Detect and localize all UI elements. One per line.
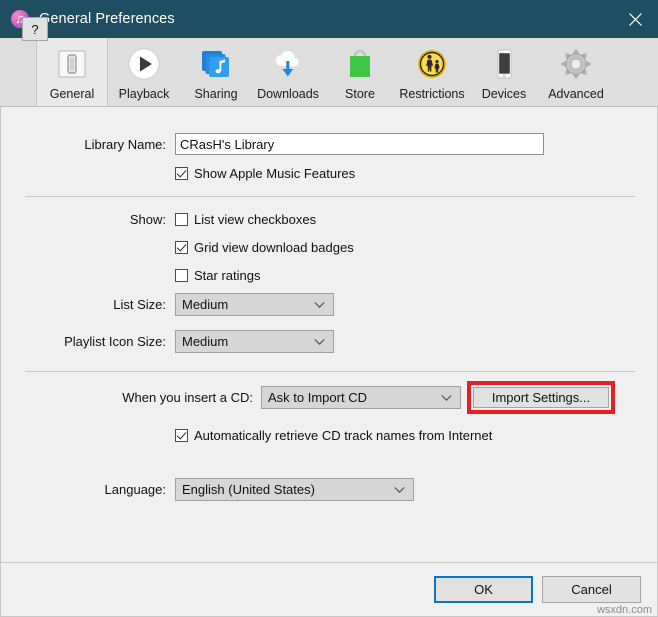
cloud-download-icon [268, 44, 308, 84]
auto-retrieve-cd-names-checkbox[interactable] [175, 429, 188, 442]
playlist-icon-size-label: Playlist Icon Size: [64, 334, 166, 349]
parental-control-icon [412, 44, 452, 84]
tab-store-label: Store [345, 87, 375, 101]
library-name-input[interactable] [175, 133, 544, 155]
playlist-icon-size-dropdown[interactable]: Medium [175, 330, 334, 353]
show-apple-music-checkbox[interactable] [175, 167, 188, 180]
play-circle-icon [124, 44, 164, 84]
language-row: Language: English (United States) [1, 478, 414, 501]
star-ratings-checkbox[interactable] [175, 269, 188, 282]
auto-retrieve-cd-names-row[interactable]: Automatically retrieve CD track names fr… [175, 428, 492, 443]
iphone-icon [484, 44, 524, 84]
insert-cd-label: When you insert a CD: [122, 390, 253, 405]
show-apple-music-checkbox-row[interactable]: Show Apple Music Features [175, 166, 355, 181]
chevron-down-icon [314, 338, 325, 345]
insert-cd-dropdown[interactable]: Ask to Import CD [261, 386, 461, 409]
grid-view-download-badges-label: Grid view download badges [194, 240, 354, 255]
general-preferences-dialog: ♫ General Preferences General Playback S… [0, 0, 658, 617]
chevron-down-icon [441, 394, 452, 401]
tab-store[interactable]: Store [324, 38, 396, 106]
show-group-label: Show: [129, 212, 166, 227]
help-button[interactable]: ? [22, 17, 48, 41]
language-value: English (United States) [182, 482, 315, 497]
device-general-icon [52, 44, 92, 84]
language-label: Language: [104, 482, 166, 497]
playlist-icon-size-row: Playlist Icon Size: Medium [1, 330, 334, 353]
window-title: General Preferences [39, 11, 175, 27]
tab-sharing-label: Sharing [194, 87, 238, 101]
language-dropdown[interactable]: English (United States) [175, 478, 414, 501]
tab-restrictions[interactable]: Restrictions [396, 38, 468, 106]
tab-devices-label: Devices [481, 87, 527, 101]
tab-downloads-label: Downloads [257, 87, 319, 101]
watermark-text: wsxdn.com [596, 604, 652, 616]
library-name-row: Library Name: [1, 133, 635, 155]
music-layers-icon [196, 44, 236, 84]
tab-general-label: General [49, 87, 95, 101]
star-ratings-label: Star ratings [194, 268, 261, 283]
preferences-toolbar: General Playback Sharing Downloads Store… [0, 38, 658, 107]
shopping-bag-icon [340, 44, 380, 84]
close-icon[interactable] [612, 0, 658, 38]
preferences-content: Library Name: Show Apple Music Features … [0, 107, 658, 562]
list-view-checkboxes-checkbox[interactable] [175, 213, 188, 226]
list-size-label: List Size: [113, 297, 166, 312]
tab-playback-label: Playback [118, 87, 170, 101]
chevron-down-icon [314, 301, 325, 308]
tab-sharing[interactable]: Sharing [180, 38, 252, 106]
tab-playback[interactable]: Playback [108, 38, 180, 106]
list-view-checkboxes-row[interactable]: List view checkboxes [175, 212, 316, 227]
grid-view-download-badges-row[interactable]: Grid view download badges [175, 240, 354, 255]
list-size-dropdown[interactable]: Medium [175, 293, 334, 316]
separator-2 [25, 371, 635, 372]
separator-1 [25, 196, 635, 197]
tab-downloads[interactable]: Downloads [252, 38, 324, 106]
tab-general[interactable]: General [36, 38, 108, 106]
library-name-label: Library Name: [84, 136, 166, 152]
list-size-value: Medium [182, 297, 229, 312]
list-view-checkboxes-label: List view checkboxes [194, 212, 317, 227]
cancel-button[interactable]: Cancel [542, 576, 641, 603]
grid-view-download-badges-checkbox[interactable] [175, 241, 188, 254]
insert-cd-value: Ask to Import CD [268, 390, 367, 405]
chevron-down-icon [394, 486, 405, 493]
playlist-icon-size-value: Medium [182, 334, 229, 349]
insert-cd-row: When you insert a CD: Ask to Import CD [1, 386, 461, 409]
tab-devices[interactable]: Devices [468, 38, 540, 106]
show-apple-music-label: Show Apple Music Features [194, 166, 356, 181]
gear-icon [556, 44, 596, 84]
tab-advanced[interactable]: Advanced [540, 38, 612, 106]
title-bar: ♫ General Preferences [0, 0, 658, 38]
star-ratings-row[interactable]: Star ratings [175, 268, 260, 283]
list-size-row: List Size: Medium [1, 293, 334, 316]
ok-button[interactable]: OK [434, 576, 533, 603]
tab-advanced-label: Advanced [548, 87, 604, 101]
auto-retrieve-cd-names-label: Automatically retrieve CD track names fr… [194, 428, 493, 443]
tab-restrictions-label: Restrictions [399, 87, 465, 101]
import-settings-button[interactable]: Import Settings... [473, 387, 609, 408]
